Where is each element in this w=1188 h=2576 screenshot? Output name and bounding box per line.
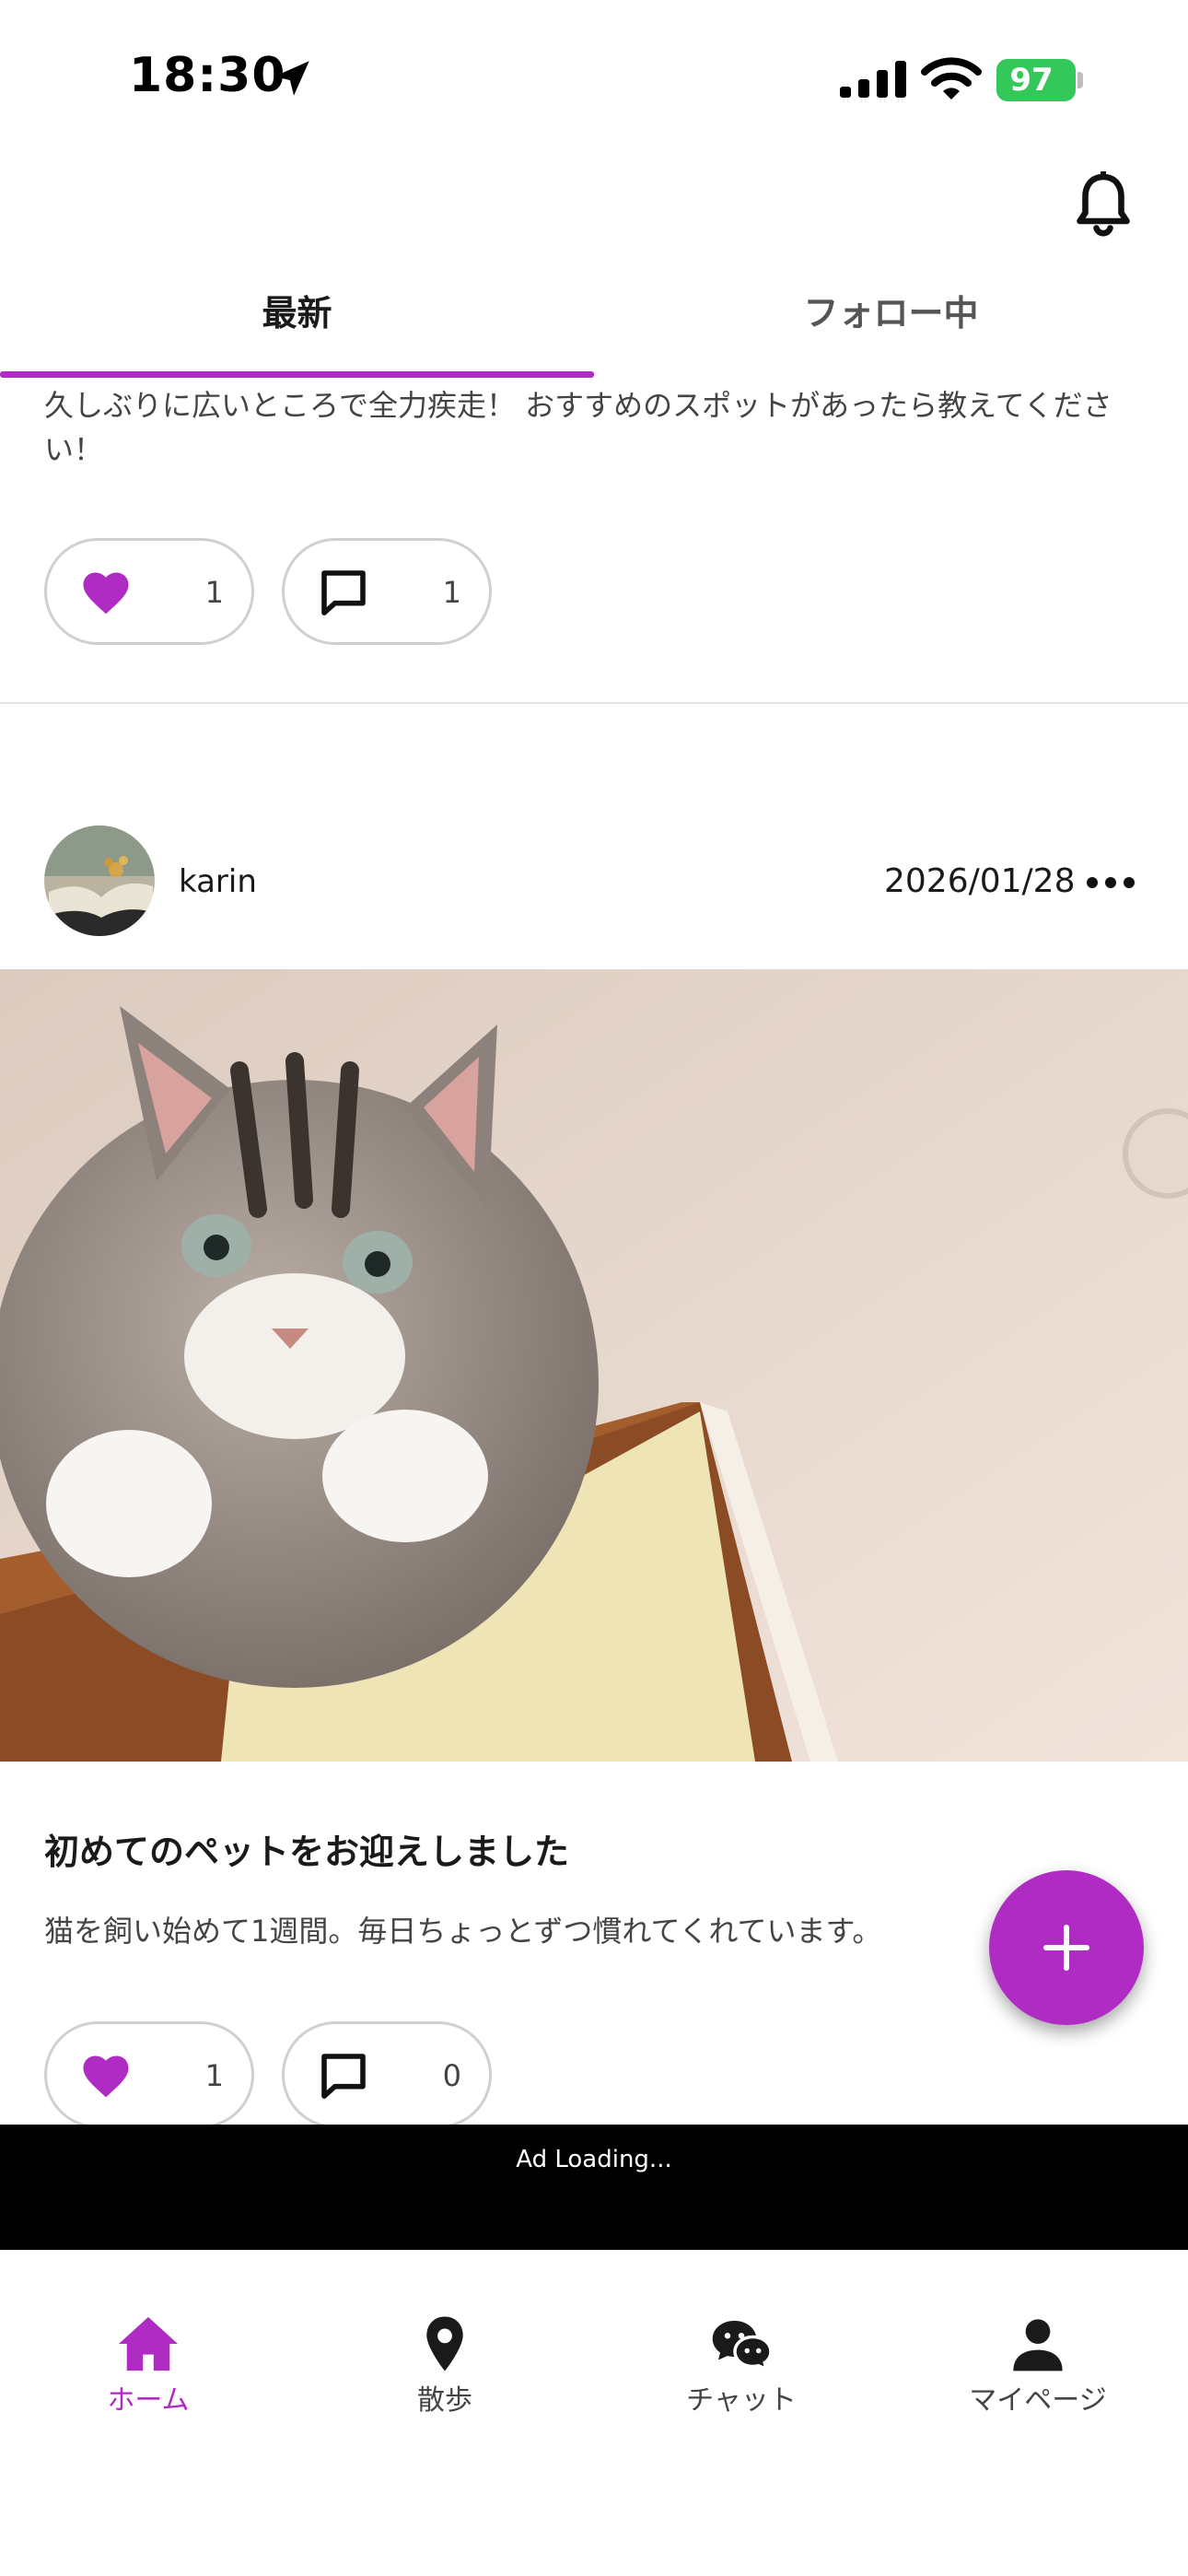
post-divider xyxy=(0,702,1188,704)
like-button[interactable]: 1 xyxy=(44,2021,254,2128)
post-text: 久しぶりに広いところで全力疾走！ おすすめのスポットがあったら教えてください！ xyxy=(44,388,1112,467)
tab-following[interactable]: フォロー中 xyxy=(594,286,1188,369)
like-button[interactable]: 1 xyxy=(44,538,254,645)
more-options-icon[interactable] xyxy=(1085,864,1136,901)
create-post-button[interactable] xyxy=(989,1870,1144,2025)
battery-level: 97 xyxy=(1009,62,1054,99)
wifi-icon xyxy=(921,57,982,100)
nav-item-home[interactable]: ホーム xyxy=(0,2314,297,2434)
home-icon xyxy=(119,2316,178,2371)
ad-loading-text: Ad Loading... xyxy=(516,2146,672,2173)
tab-latest[interactable]: 最新 xyxy=(0,286,594,369)
plus-icon xyxy=(1043,1925,1089,1971)
status-time: 18:30 xyxy=(129,48,286,103)
nav-item-chat[interactable]: チャット xyxy=(593,2314,890,2434)
like-count: 1 xyxy=(204,2058,224,2093)
post-date: 2026/01/28 xyxy=(884,862,1076,900)
nav-item-mypage[interactable]: マイページ xyxy=(890,2314,1186,2434)
comment-button[interactable]: 0 xyxy=(282,2021,492,2128)
comment-count: 1 xyxy=(442,575,461,610)
nav-label-mypage: マイページ xyxy=(969,2384,1107,2417)
nav-label-chat: チャット xyxy=(686,2384,797,2417)
bell-icon[interactable] xyxy=(1070,168,1136,241)
heart-icon xyxy=(83,2055,129,2098)
nav-item-walk[interactable]: 散歩 xyxy=(297,2314,593,2434)
tab-indicator xyxy=(0,371,594,378)
post-photo[interactable] xyxy=(0,969,1188,1762)
comment-icon xyxy=(321,2054,366,2099)
post-username[interactable]: karin xyxy=(179,859,257,905)
comment-icon xyxy=(321,570,366,615)
avatar-image xyxy=(44,825,155,936)
nav-label-walk: 散歩 xyxy=(417,2384,472,2417)
avatar[interactable] xyxy=(44,825,155,936)
battery-indicator: 97 xyxy=(996,59,1085,101)
cellular-signal-icon xyxy=(840,61,906,98)
comment-button[interactable]: 1 xyxy=(282,538,492,645)
map-pin-icon xyxy=(426,2316,463,2371)
post-text: 猫を飼い始めて1週間。毎日ちょっとずつ慣れてくれています。 xyxy=(44,1914,882,1949)
chat-bubbles-icon xyxy=(712,2321,773,2372)
location-arrow-icon xyxy=(274,61,309,96)
person-icon xyxy=(1013,2319,1063,2371)
comment-count: 0 xyxy=(442,2058,461,2093)
post-title: 初めてのペットをお迎えしました xyxy=(44,1832,570,1872)
like-count: 1 xyxy=(204,575,224,610)
heart-icon xyxy=(83,572,129,615)
nav-label-home: ホーム xyxy=(107,2384,190,2417)
